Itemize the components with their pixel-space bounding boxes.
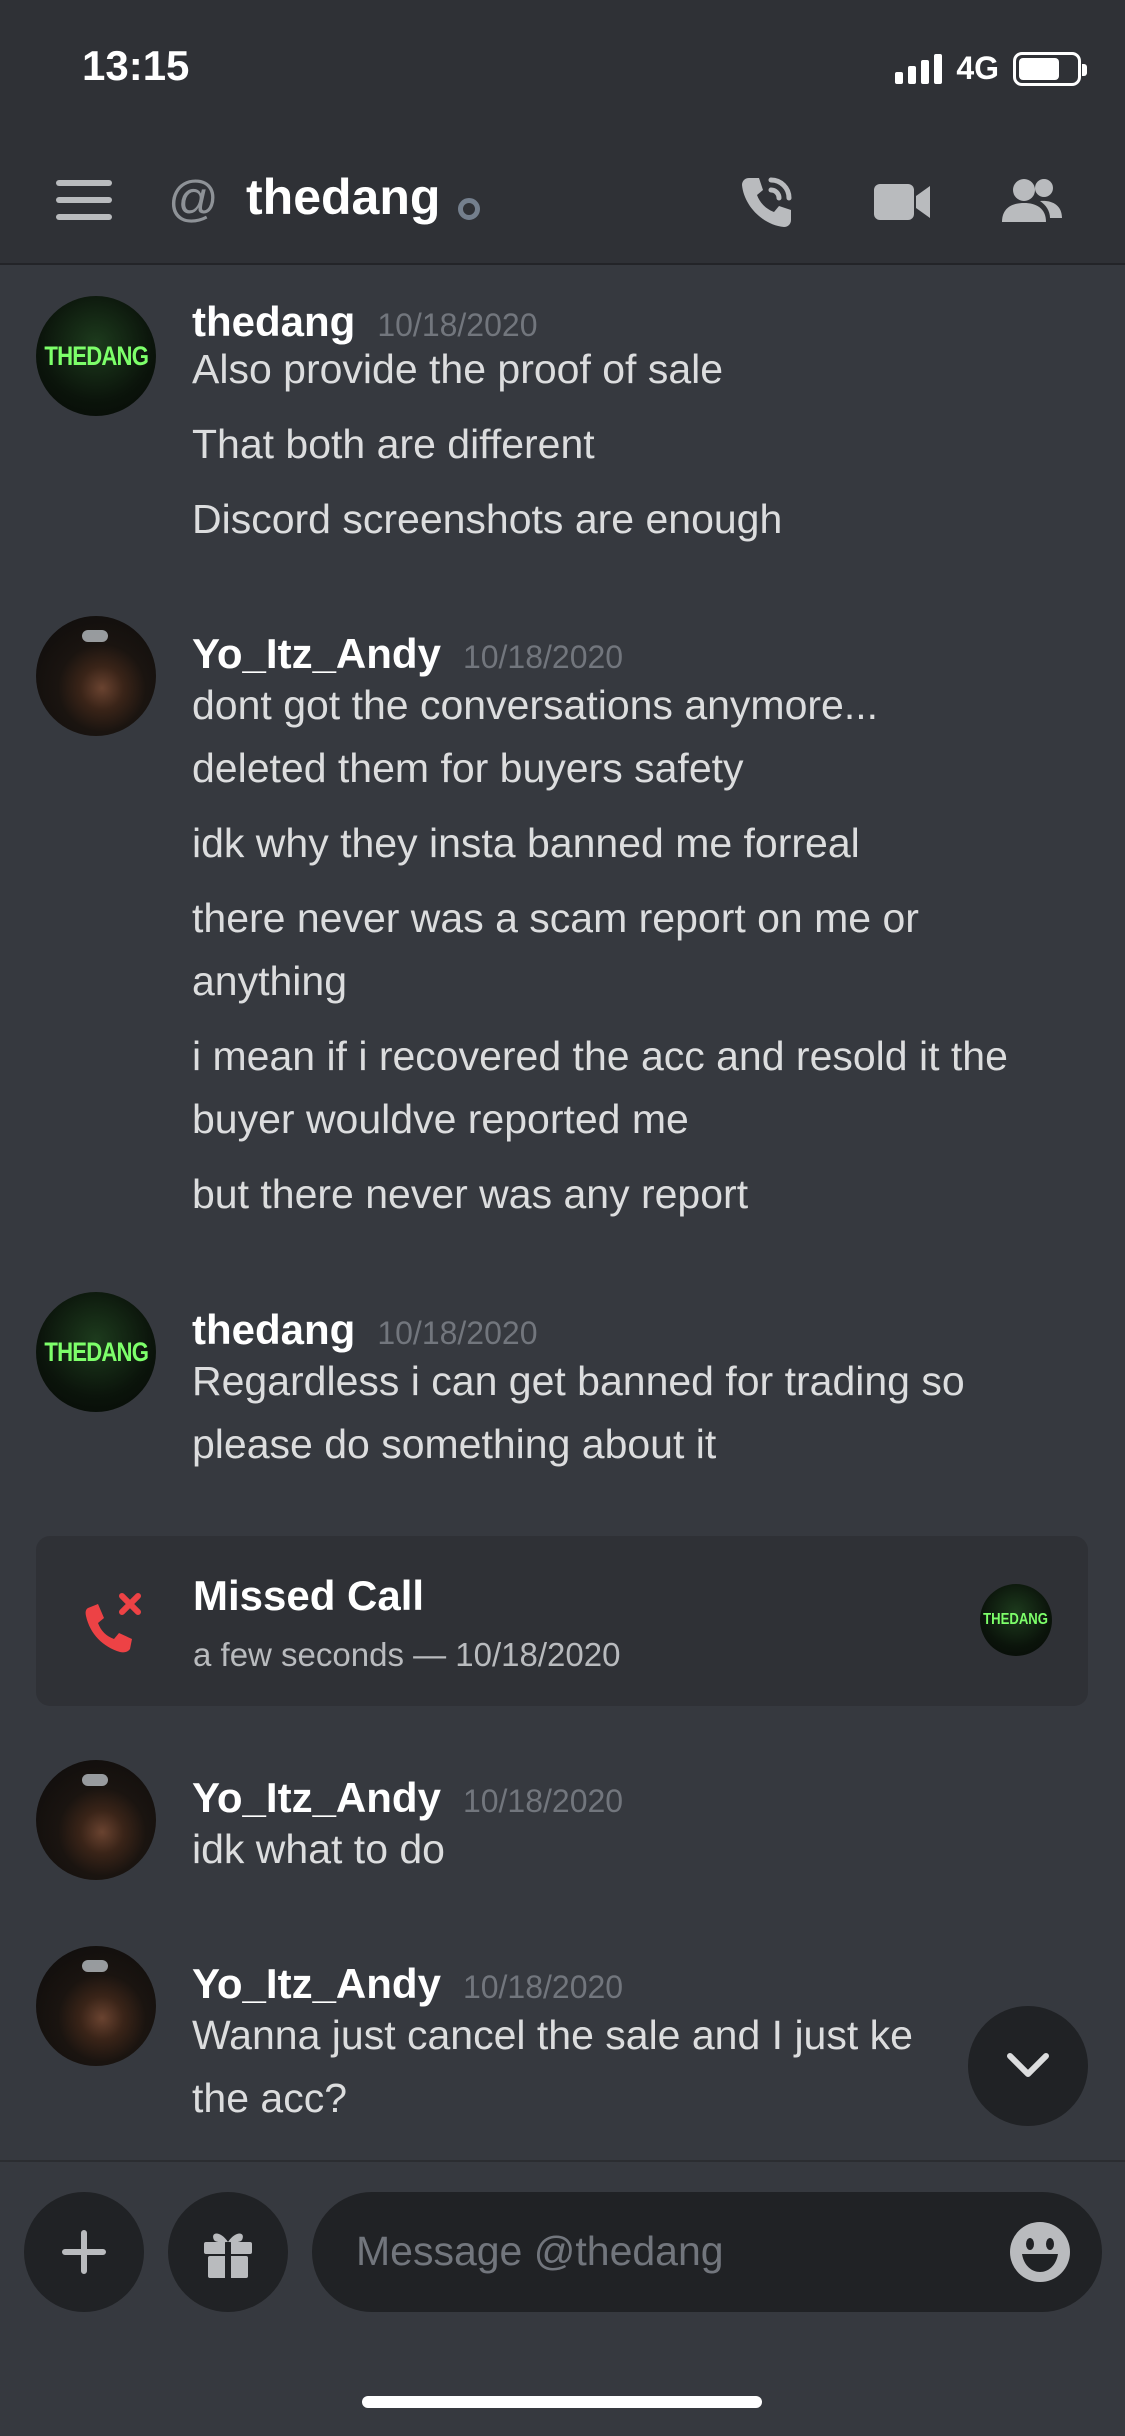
battery-icon (1013, 51, 1087, 86)
message-text: dont got the conversations anymore... (192, 682, 879, 728)
message-author[interactable]: Yo_Itz_Andy 10/18/2020 (192, 1774, 623, 1822)
message-text: deleted them for buyers safety (192, 745, 744, 791)
missed-call-card[interactable]: Missed Call a few seconds — 10/18/2020 T… (36, 1536, 1088, 1706)
avatar-logo-text: THEDANG (44, 1336, 149, 1367)
author-name[interactable]: Yo_Itz_Andy (192, 1774, 441, 1821)
message-timestamp: 10/18/2020 (377, 1315, 538, 1351)
add-attachment-button[interactable] (24, 2192, 144, 2312)
video-camera-icon[interactable] (870, 170, 934, 234)
plus-icon (62, 2230, 106, 2274)
message-list[interactable]: THEDANG thedang 10/18/2020 Also provide t… (0, 266, 1125, 2159)
status-time: 13:15 (82, 42, 190, 89)
hamburger-icon[interactable] (56, 180, 112, 220)
gift-icon (204, 2233, 252, 2278)
signal-icon (895, 53, 943, 84)
message-text: there never was a scam report on me or (192, 895, 919, 941)
message-text: idk why they insta banned me forreal (192, 820, 860, 866)
offline-status-icon (458, 198, 480, 220)
author-name[interactable]: thedang (192, 1306, 355, 1353)
missed-call-title: Missed Call (193, 1572, 425, 1619)
message-text: i mean if i recovered the acc and resold… (192, 1033, 1008, 1079)
message-text: buyer wouldve reported me (192, 1096, 689, 1142)
message-text: Wanna just cancel the sale and I just ke (192, 2012, 913, 2058)
message-text: Also provide the proof of sale (192, 346, 724, 392)
home-indicator[interactable] (362, 2396, 762, 2408)
message-input[interactable]: Message @thedang (312, 2192, 1102, 2312)
avatar[interactable] (36, 616, 156, 736)
message-text: That both are different (192, 421, 595, 467)
avatar[interactable]: THEDANG (36, 1292, 156, 1412)
avatar[interactable]: THEDANG (36, 296, 156, 416)
message-text: Discord screenshots are enough (192, 496, 783, 542)
message-author[interactable]: Yo_Itz_Andy 10/18/2020 (192, 1960, 623, 2008)
gift-button[interactable] (168, 2192, 288, 2312)
avatar[interactable] (36, 1946, 156, 2066)
avatar-logo-text: THEDANG (44, 340, 149, 371)
message-author[interactable]: thedang 10/18/2020 (192, 1306, 537, 1354)
jump-to-latest-button[interactable] (968, 2006, 1088, 2126)
avatar-logo-text: THEDANG (983, 1611, 1049, 1628)
message-text: please do something about it (192, 1421, 717, 1467)
network-type: 4G (956, 50, 999, 86)
status-indicators: 4G (895, 50, 1087, 87)
message-text: the acc? (192, 2075, 347, 2121)
author-name[interactable]: Yo_Itz_Andy (192, 630, 441, 677)
message-author[interactable]: Yo_Itz_Andy 10/18/2020 (192, 630, 623, 678)
message-timestamp: 10/18/2020 (462, 1969, 624, 2005)
message-composer: Message @thedang (0, 2160, 1125, 2436)
missed-call-subtitle: a few seconds — 10/18/2020 (193, 1636, 621, 1673)
author-name[interactable]: Yo_Itz_Andy (192, 1960, 441, 2007)
chat-header: @ thedang (0, 140, 1125, 265)
status-bar: 13:15 4G (0, 0, 1125, 140)
members-icon[interactable] (1000, 170, 1064, 234)
phone-call-icon[interactable] (735, 170, 799, 234)
missed-call-icon (85, 1593, 141, 1653)
message-text: but there never was any report (192, 1171, 749, 1217)
message-text: anything (192, 958, 348, 1004)
dm-channel-name[interactable]: thedang (246, 168, 440, 226)
message-timestamp: 10/18/2020 (462, 639, 624, 675)
chevron-down-icon (1007, 2053, 1049, 2077)
at-icon: @ (168, 171, 219, 227)
message-text: Regardless i can get banned for trading … (192, 1358, 965, 1404)
avatar[interactable] (36, 1760, 156, 1880)
emoji-icon[interactable] (1008, 2220, 1072, 2284)
message-input-placeholder: Message @thedang (356, 2228, 724, 2274)
caller-avatar: THEDANG (980, 1584, 1052, 1656)
message-timestamp: 10/18/2020 (462, 1783, 624, 1819)
message-text: idk what to do (192, 1826, 445, 1872)
